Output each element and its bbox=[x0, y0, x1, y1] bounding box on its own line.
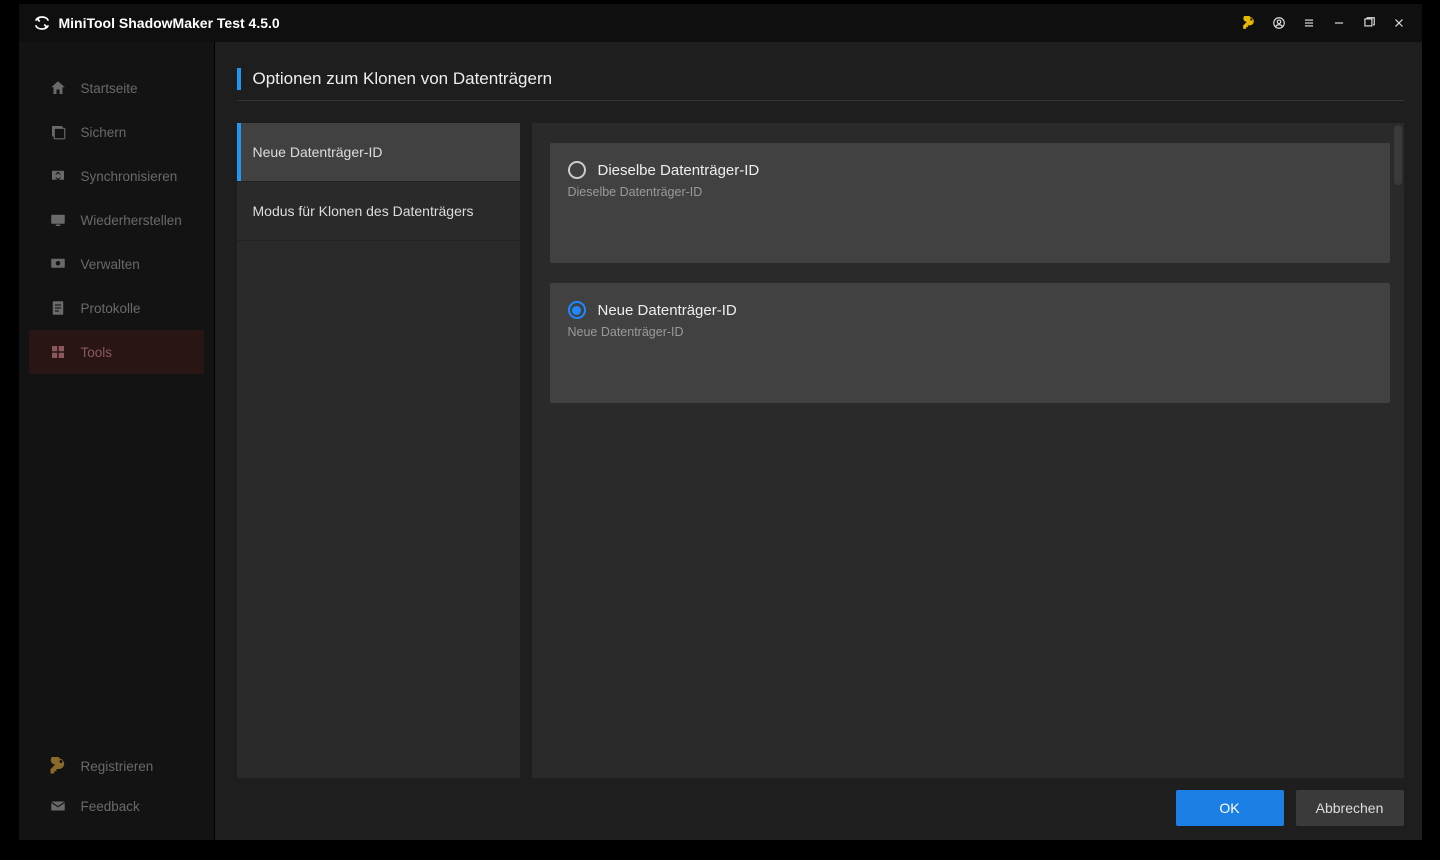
option-description: Dieselbe Datenträger-ID bbox=[568, 185, 1372, 199]
key-icon bbox=[49, 757, 67, 775]
sidebar-item-label: Startseite bbox=[81, 81, 138, 96]
sidebar: Startseite Sichern Synchronisieren Wiede… bbox=[19, 42, 215, 840]
subnav-clone-mode[interactable]: Modus für Klonen des Datenträgers bbox=[237, 182, 520, 241]
option-description: Neue Datenträger-ID bbox=[568, 325, 1372, 339]
sidebar-item-label: Synchronisieren bbox=[81, 169, 178, 184]
sidebar-item-label: Verwalten bbox=[81, 257, 140, 272]
app-title: MiniTool ShadowMaker Test 4.5.0 bbox=[59, 15, 280, 31]
sync-icon bbox=[49, 167, 67, 185]
app-logo: MiniTool ShadowMaker Test 4.5.0 bbox=[33, 14, 280, 32]
options-panel: Dieselbe Datenträger-ID Dieselbe Datentr… bbox=[532, 123, 1404, 778]
app-body: Startseite Sichern Synchronisieren Wiede… bbox=[19, 42, 1422, 840]
backup-icon bbox=[49, 123, 67, 141]
sidebar-item-label: Tools bbox=[81, 345, 113, 360]
options-subnav: Neue Datenträger-ID Modus für Klonen des… bbox=[237, 123, 520, 778]
manage-icon bbox=[49, 255, 67, 273]
tools-icon bbox=[49, 343, 67, 361]
sidebar-item-manage[interactable]: Verwalten bbox=[29, 242, 204, 286]
mail-icon bbox=[49, 797, 67, 815]
cancel-button[interactable]: Abbrechen bbox=[1296, 790, 1404, 826]
dialog-footer: OK Abbrechen bbox=[237, 778, 1404, 826]
option-label: Neue Datenträger-ID bbox=[598, 302, 737, 319]
content-area: Optionen zum Klonen von Datenträgern Neu… bbox=[215, 42, 1422, 840]
sidebar-item-label: Sichern bbox=[81, 125, 127, 140]
panels: Neue Datenträger-ID Modus für Klonen des… bbox=[237, 123, 1404, 778]
titlebar: MiniTool ShadowMaker Test 4.5.0 bbox=[19, 4, 1422, 42]
sidebar-item-label: Wiederherstellen bbox=[81, 213, 182, 228]
radio-same-disk-id[interactable] bbox=[568, 161, 586, 179]
page-title: Optionen zum Klonen von Datenträgern bbox=[253, 69, 553, 89]
option-new-disk-id[interactable]: Neue Datenträger-ID Neue Datenträger-ID bbox=[550, 283, 1390, 403]
menu-icon[interactable] bbox=[1294, 8, 1324, 38]
sidebar-item-label: Protokolle bbox=[81, 301, 141, 316]
ok-button[interactable]: OK bbox=[1176, 790, 1284, 826]
sidebar-footer: Registrieren Feedback bbox=[19, 746, 214, 840]
app-logo-icon bbox=[33, 14, 51, 32]
sidebar-nav: Startseite Sichern Synchronisieren Wiede… bbox=[19, 66, 214, 746]
maximize-button[interactable] bbox=[1354, 8, 1384, 38]
page-header: Optionen zum Klonen von Datenträgern bbox=[237, 68, 1404, 101]
sidebar-register[interactable]: Registrieren bbox=[29, 746, 204, 786]
restore-icon bbox=[49, 211, 67, 229]
sidebar-item-label: Feedback bbox=[81, 799, 140, 814]
sidebar-item-tools[interactable]: Tools bbox=[29, 330, 204, 374]
account-icon[interactable] bbox=[1264, 8, 1294, 38]
logs-icon bbox=[49, 299, 67, 317]
subnav-new-disk-id[interactable]: Neue Datenträger-ID bbox=[237, 123, 520, 182]
sidebar-item-label: Registrieren bbox=[81, 759, 154, 774]
sidebar-item-sync[interactable]: Synchronisieren bbox=[29, 154, 204, 198]
option-label: Dieselbe Datenträger-ID bbox=[598, 162, 760, 179]
radio-new-disk-id[interactable] bbox=[568, 301, 586, 319]
sidebar-item-home[interactable]: Startseite bbox=[29, 66, 204, 110]
minimize-button[interactable] bbox=[1324, 8, 1354, 38]
app-window: MiniTool ShadowMaker Test 4.5.0 S bbox=[18, 3, 1423, 841]
sidebar-item-restore[interactable]: Wiederherstellen bbox=[29, 198, 204, 242]
sidebar-item-logs[interactable]: Protokolle bbox=[29, 286, 204, 330]
option-same-disk-id[interactable]: Dieselbe Datenträger-ID Dieselbe Datentr… bbox=[550, 143, 1390, 263]
sidebar-item-backup[interactable]: Sichern bbox=[29, 110, 204, 154]
subnav-item-label: Modus für Klonen des Datenträgers bbox=[253, 203, 474, 219]
sidebar-feedback[interactable]: Feedback bbox=[29, 786, 204, 826]
header-accent-bar bbox=[237, 68, 241, 90]
license-key-icon[interactable] bbox=[1234, 8, 1264, 38]
subnav-item-label: Neue Datenträger-ID bbox=[253, 144, 383, 160]
panel-scrollbar[interactable] bbox=[1394, 125, 1402, 185]
home-icon bbox=[49, 79, 67, 97]
close-button[interactable] bbox=[1384, 8, 1414, 38]
